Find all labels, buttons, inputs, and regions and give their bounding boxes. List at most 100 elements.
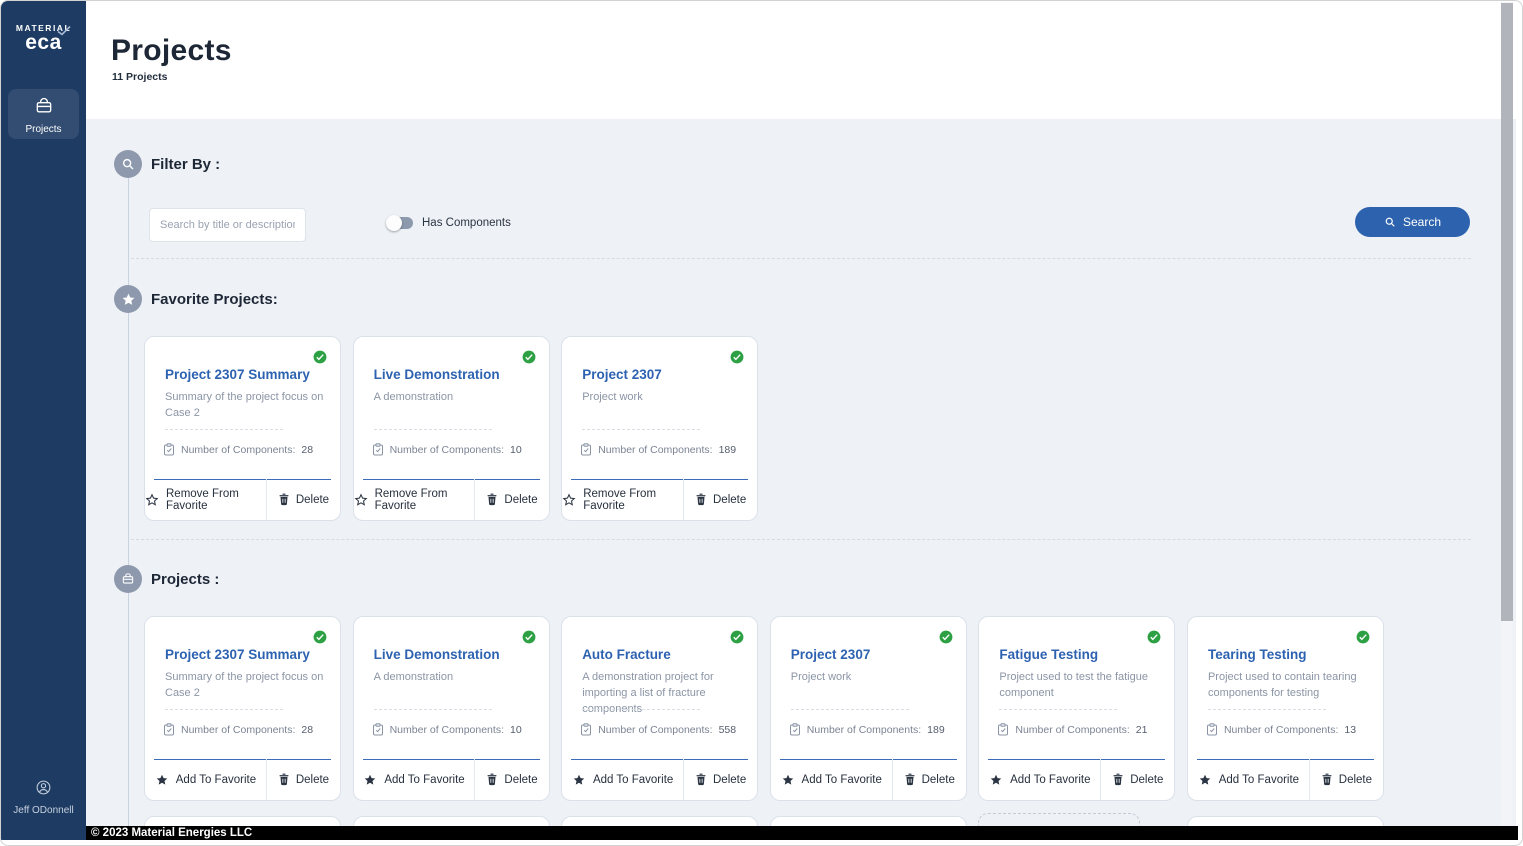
search-input[interactable] (149, 208, 306, 242)
search-button[interactable]: Search (1355, 207, 1470, 237)
scrollbar-thumb[interactable] (1501, 3, 1513, 621)
components-value: 13 (1344, 723, 1357, 736)
check-circle-icon (730, 630, 744, 644)
has-components-toggle-group: Has Components (386, 215, 511, 231)
components-label: Number of Components: (181, 723, 296, 736)
user-avatar-icon (35, 779, 52, 796)
project-title-link[interactable]: Project 2307 (582, 367, 743, 382)
components-label: Number of Components: (181, 443, 296, 456)
components-value: 189 (718, 443, 737, 456)
delete-label: Delete (295, 493, 330, 506)
project-title-link[interactable]: Project 2307 Summary (165, 367, 326, 382)
favorite-toggle-button[interactable]: Add To Favorite (145, 759, 266, 800)
delete-button[interactable]: Delete (1310, 759, 1383, 800)
favorite-toggle-label: Add To Favorite (801, 773, 882, 786)
has-components-toggle[interactable] (386, 215, 413, 231)
favorite-toggle-button[interactable]: Add To Favorite (1188, 759, 1309, 800)
components-value: 10 (509, 723, 522, 736)
favorite-toggle-button[interactable]: Add To Favorite (771, 759, 892, 800)
trash-icon (1321, 773, 1333, 786)
delete-button[interactable]: Delete (267, 479, 340, 520)
trash-icon (1112, 773, 1124, 786)
components-label: Number of Components: (598, 443, 713, 456)
project-description: A demonstration (373, 671, 454, 683)
components-value: 10 (509, 443, 522, 456)
project-title-link[interactable]: Live Demonstration (374, 647, 535, 662)
project-title-link[interactable]: Auto Fracture (582, 647, 743, 662)
page-title: Projects (111, 34, 232, 67)
clipboard-icon (1206, 723, 1218, 736)
project-card: Project 2307 Project work Number of Comp… (561, 336, 759, 521)
sidebar-item-projects[interactable]: Projects (8, 89, 79, 139)
favorite-toggle-button[interactable]: Add To Favorite (354, 759, 475, 800)
project-description: A demonstration (373, 391, 454, 403)
card-placeholder-dashed (978, 813, 1141, 826)
favorite-toggle-label: Add To Favorite (592, 773, 674, 786)
delete-label: Delete (504, 493, 538, 506)
project-title-link[interactable]: Fatigue Testing (999, 647, 1160, 662)
main-content: Filter By : Has Components Search Favori… (86, 119, 1516, 826)
card-dashed-divider (165, 709, 283, 710)
scrollbar[interactable] (1501, 2, 1513, 826)
favorite-toggle-label: Remove From Favorite (166, 487, 239, 512)
brand-checkmark-icon (57, 26, 71, 36)
project-card-partial (1186, 816, 1384, 826)
clipboard-icon (163, 443, 175, 456)
project-card-partial (352, 816, 550, 826)
star-icon (572, 773, 586, 787)
star-icon (989, 773, 1003, 787)
delete-button[interactable]: Delete (684, 759, 757, 800)
star-icon (781, 773, 795, 787)
delete-button[interactable]: Delete (267, 759, 340, 800)
trash-icon (695, 493, 707, 506)
check-circle-icon (730, 350, 744, 364)
project-title-link[interactable]: Project 2307 Summary (165, 647, 326, 662)
delete-label: Delete (1338, 773, 1373, 786)
project-card-partial (144, 816, 341, 826)
project-card-partial (769, 816, 967, 826)
favorite-toggle-button[interactable]: Remove From Favorite (562, 479, 683, 520)
projects-count: 11 Projects (112, 71, 168, 83)
favorite-toggle-label: Remove From Favorite (583, 487, 657, 512)
project-card: Tearing Testing Project used to contain … (1186, 616, 1384, 801)
project-title-link[interactable]: Project 2307 (791, 647, 952, 662)
check-circle-icon (313, 350, 327, 364)
clipboard-icon (163, 723, 175, 736)
components-label: Number of Components: (389, 443, 504, 456)
page-header: Projects 11 Projects (86, 1, 1516, 119)
project-title-link[interactable]: Live Demonstration (374, 367, 535, 382)
sidebar-user[interactable]: Jeff ODonnell (1, 779, 86, 816)
star-icon (1198, 773, 1212, 787)
favorite-toggle-label: Add To Favorite (1218, 773, 1300, 786)
card-dashed-divider (373, 429, 492, 430)
delete-label: Delete (713, 773, 747, 786)
favorite-toggle-button[interactable]: Remove From Favorite (354, 479, 475, 520)
trash-icon (486, 493, 498, 506)
delete-label: Delete (1130, 773, 1164, 786)
delete-button[interactable]: Delete (475, 759, 548, 800)
project-description: Project used to contain tearing componen… (1207, 671, 1357, 699)
favorite-toggle-button[interactable]: Add To Favorite (562, 759, 683, 800)
components-label: Number of Components: (806, 723, 922, 736)
delete-label: Delete (713, 493, 747, 506)
star-icon (363, 773, 377, 787)
favorite-toggle-button[interactable]: Remove From Favorite (145, 479, 266, 520)
components-value: 558 (718, 723, 737, 736)
clipboard-icon (997, 723, 1009, 736)
project-description: Summary of the project focus on Case 2 (165, 671, 324, 699)
favorite-toggle-button[interactable]: Add To Favorite (979, 759, 1100, 800)
delete-button[interactable]: Delete (475, 479, 548, 520)
check-circle-icon (1147, 630, 1161, 644)
brand-logo: MATERIAL eca (1, 23, 86, 54)
check-circle-icon (522, 350, 536, 364)
trash-icon (278, 773, 290, 786)
delete-button[interactable]: Delete (1101, 759, 1174, 800)
check-circle-icon (522, 630, 536, 644)
project-card: Project 2307 Summary Summary of the proj… (144, 336, 341, 521)
project-description: A demonstration project for importing a … (582, 671, 714, 715)
components-label: Number of Components: (389, 723, 504, 736)
delete-button[interactable]: Delete (684, 479, 757, 520)
delete-button[interactable]: Delete (893, 759, 966, 800)
project-title-link[interactable]: Tearing Testing (1208, 647, 1369, 662)
sidebar: MATERIAL eca Projects Jeff ODonnell (1, 1, 86, 840)
